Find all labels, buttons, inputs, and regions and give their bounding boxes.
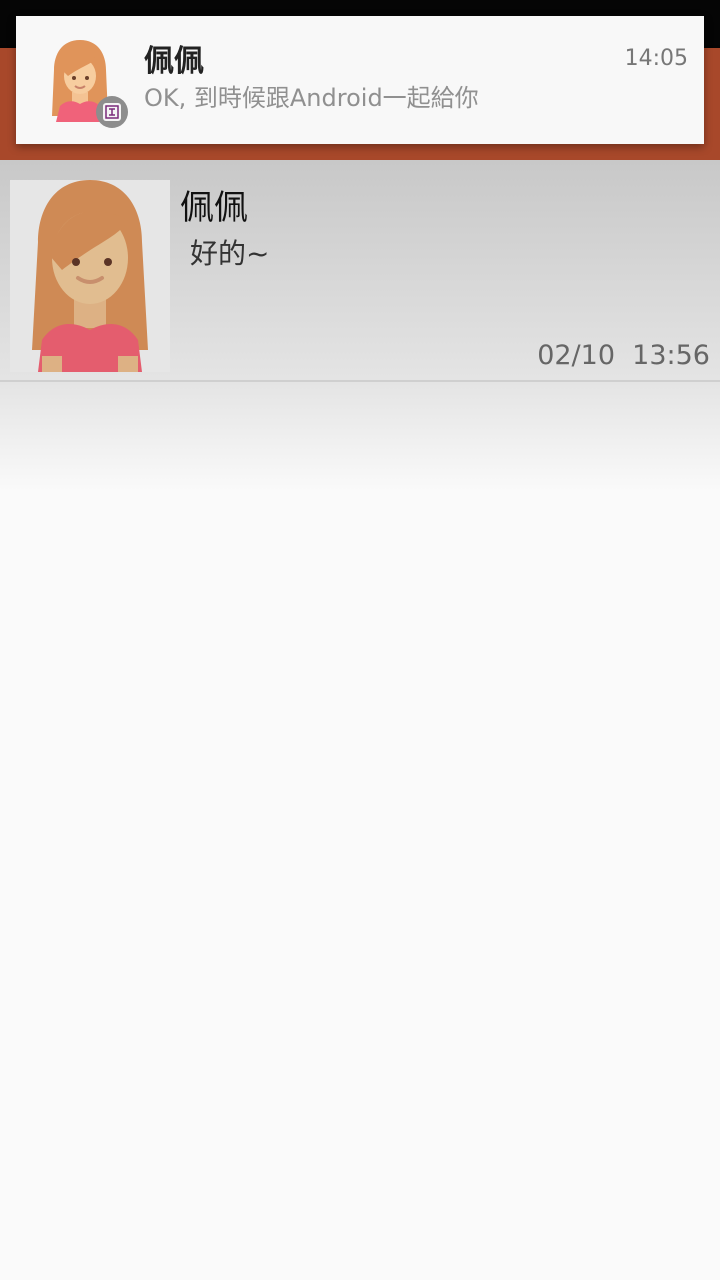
app-badge-icon: [96, 96, 128, 128]
list-item[interactable]: 佩佩 好的~ 02/10 13:56: [0, 160, 720, 382]
notification-time: 14:05: [624, 46, 688, 71]
notification-message: OK, 到時候跟Android一起給你: [144, 84, 479, 112]
heads-up-notification[interactable]: 佩佩 OK, 到時候跟Android一起給你 14:05: [16, 16, 704, 144]
message-timestamp: 02/10 13:56: [537, 340, 710, 371]
contact-name: 佩佩: [180, 188, 248, 228]
girl-avatar-icon: [10, 180, 170, 372]
list-divider-shadow: [0, 382, 720, 492]
last-message: 好的~: [190, 237, 270, 270]
notification-sender: 佩佩: [144, 44, 204, 79]
screen: 佩佩 OK, 到時候跟Android一起給你 14:05 佩佩 好的~ 02/1…: [0, 0, 720, 1280]
